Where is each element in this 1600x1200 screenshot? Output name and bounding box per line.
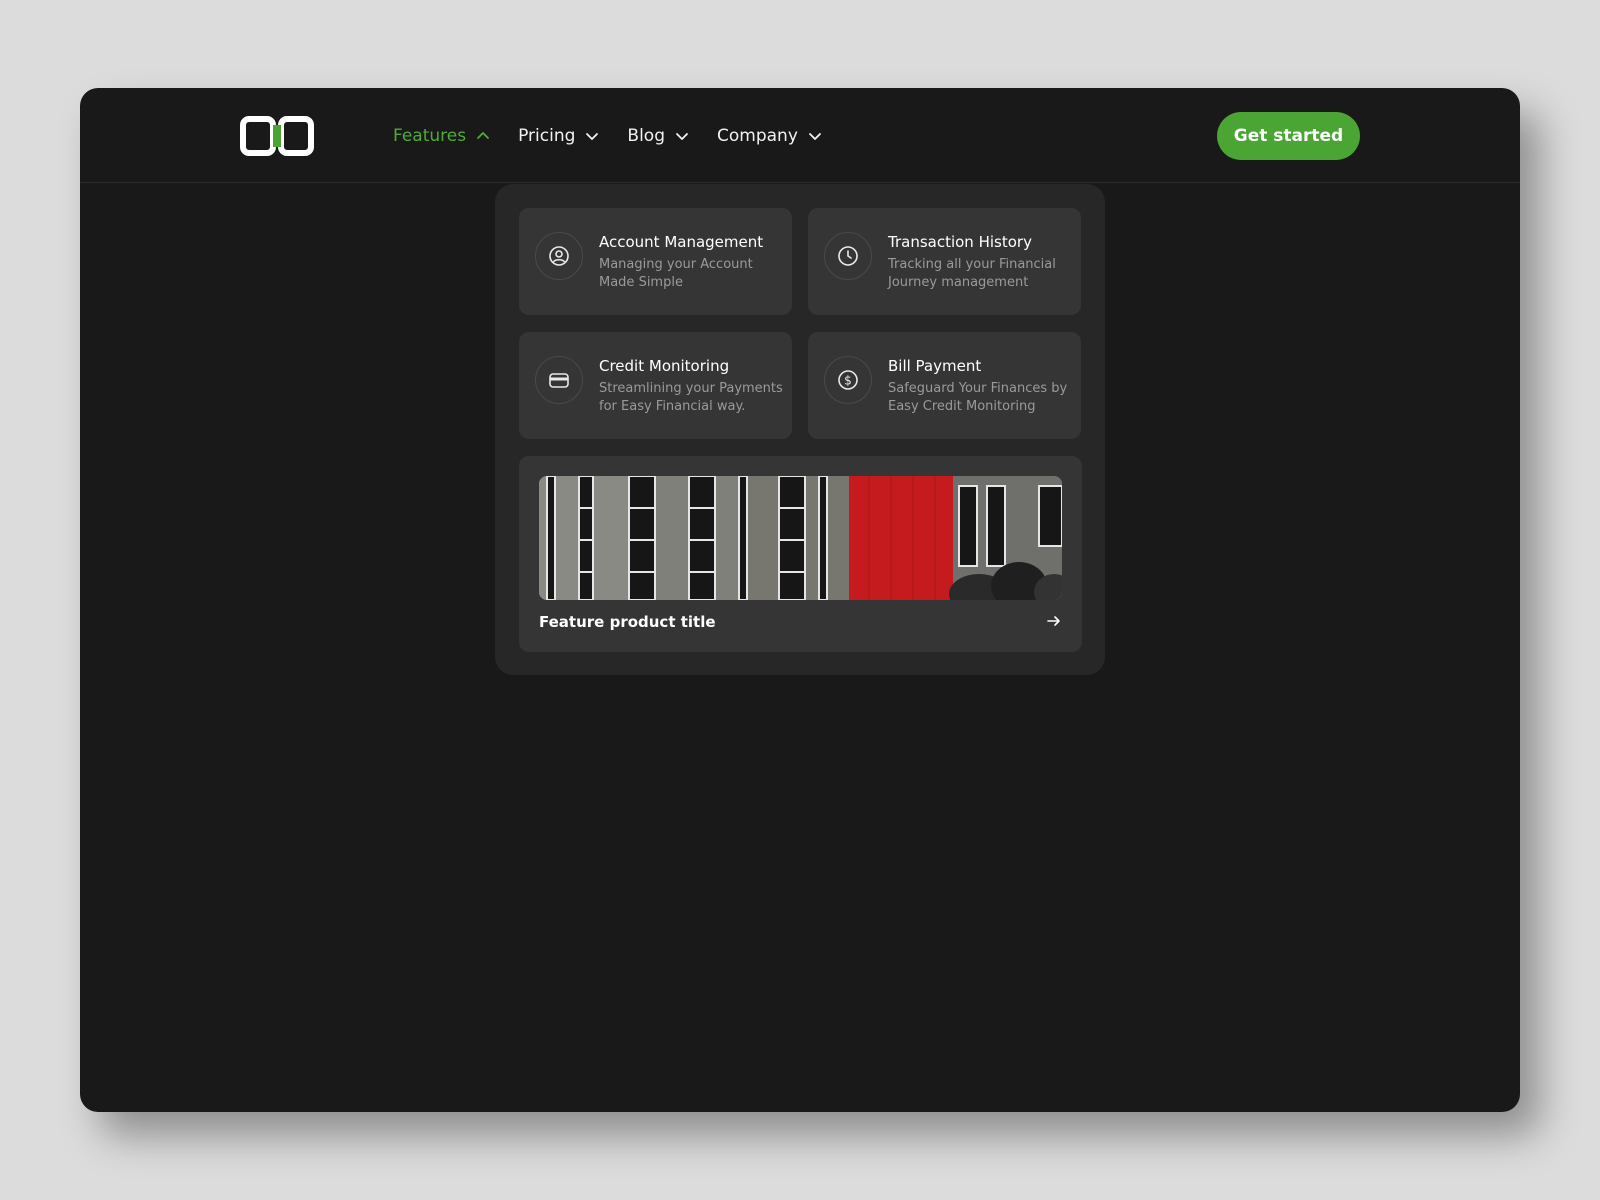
chevron-down-icon [808, 133, 821, 140]
feature-product-title: Feature product title [539, 613, 716, 631]
top-navbar: Features Pricing Blog Company Get starte… [80, 88, 1520, 183]
nav-item-features[interactable]: Features [393, 126, 490, 146]
menu-card-title: Account Management [599, 233, 764, 251]
nav-item-label: Features [393, 126, 467, 146]
user-circle-icon [535, 232, 583, 280]
feature-product-card[interactable]: Feature product title [519, 456, 1082, 652]
dollar-circle-icon: $ [824, 356, 872, 404]
menu-card-bill-payment[interactable]: $ Bill Payment Safeguard Your Finances b… [808, 332, 1081, 439]
menu-card-description: Safeguard Your Finances by Easy Credit M… [888, 381, 1068, 414]
chevron-down-icon [586, 133, 599, 140]
clock-icon [824, 232, 872, 280]
menu-card-description: Managing your Account Made Simple [599, 257, 753, 290]
features-dropdown-menu: Account Management Managing your Account… [495, 184, 1105, 675]
menu-card-description: Tracking all your Financial Journey mana… [888, 257, 1056, 290]
credit-card-icon [535, 356, 583, 404]
nav-links: Features Pricing Blog Company [393, 121, 850, 151]
menu-card-account-management[interactable]: Account Management Managing your Account… [519, 208, 792, 315]
menu-card-credit-monitoring[interactable]: Credit Monitoring Streamlining your Paym… [519, 332, 792, 439]
nav-item-company[interactable]: Company [717, 126, 822, 146]
nav-item-label: Pricing [518, 126, 576, 146]
get-started-button[interactable]: Get started [1217, 112, 1360, 160]
nav-item-label: Blog [627, 126, 665, 146]
menu-card-title: Bill Payment [888, 357, 982, 375]
menu-card-transaction-history[interactable]: Transaction History Tracking all your Fi… [808, 208, 1081, 315]
menu-card-title: Credit Monitoring [599, 357, 730, 375]
brand-logo[interactable] [240, 116, 314, 156]
menu-card-description: Streamlining your Payments for Easy Fina… [599, 381, 783, 414]
arrow-right-icon[interactable] [1046, 613, 1062, 629]
nav-item-blog[interactable]: Blog [627, 126, 689, 146]
chevron-down-icon [676, 133, 688, 140]
nav-item-label: Company [717, 126, 798, 146]
nav-item-pricing[interactable]: Pricing [518, 126, 599, 146]
app-window: Features Pricing Blog Company Get starte… [80, 88, 1520, 1112]
menu-card-title: Transaction History [888, 233, 1032, 251]
feature-product-image [539, 476, 1062, 600]
svg-text:$: $ [844, 374, 852, 388]
chevron-up-icon [477, 132, 490, 139]
